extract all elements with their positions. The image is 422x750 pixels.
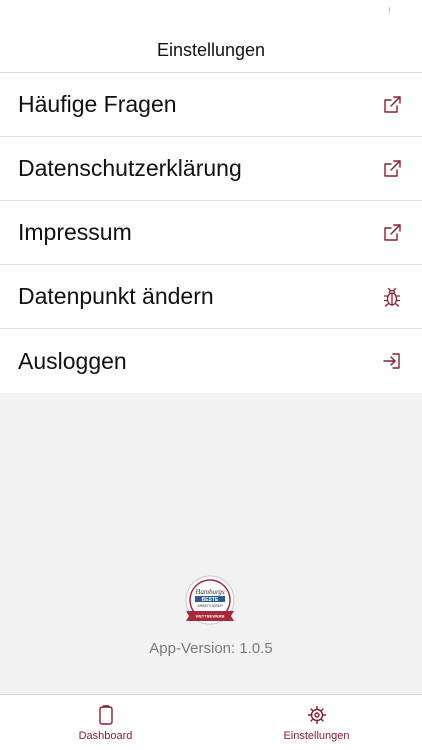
menu-item-label: Impressum — [18, 219, 132, 245]
tab-label: Einstellungen — [283, 730, 350, 742]
menu-item-logout[interactable]: Ausloggen — [0, 329, 422, 393]
navigation-bar: Einstellungen — [0, 28, 422, 73]
menu-item-label: Häufige Fragen — [18, 91, 177, 117]
status-indicator: ! — [388, 6, 391, 16]
settings-menu: Häufige Fragen Datenschutzerklärung Impr… — [0, 73, 422, 393]
menu-item-change-datapoint[interactable]: Datenpunkt ändern — [0, 265, 422, 329]
svg-text:Hamburgs: Hamburgs — [194, 588, 225, 596]
login-arrow-icon — [382, 351, 402, 371]
status-bar: ! — [0, 0, 422, 28]
menu-item-label: Datenpunkt ändern — [18, 283, 214, 309]
svg-text:ARBEITGEBER: ARBEITGEBER — [197, 604, 223, 608]
tab-label: Dashboard — [78, 730, 133, 742]
svg-text:WETTBEWERB: WETTBEWERB — [195, 614, 224, 619]
external-link-icon — [382, 159, 402, 179]
tab-dashboard[interactable]: Dashboard — [0, 695, 211, 750]
gear-icon — [307, 705, 326, 725]
menu-item-label: Ausloggen — [18, 347, 127, 374]
award-seal-icon: Hamburgs BESTE ARBEITGEBER WETTBEWERB — [180, 573, 240, 633]
tab-settings[interactable]: Einstellungen — [211, 695, 422, 750]
bug-icon — [382, 287, 402, 307]
svg-text:BESTE: BESTE — [202, 597, 219, 603]
app-version: App-Version: 1.0.5 — [149, 640, 273, 657]
clipboard-icon — [98, 705, 113, 725]
tab-bar: Dashboard Einstellungen — [0, 694, 422, 750]
menu-item-faq[interactable]: Häufige Fragen — [0, 73, 422, 137]
menu-item-privacy-policy[interactable]: Datenschutzerklärung — [0, 137, 422, 201]
menu-item-imprint[interactable]: Impressum — [0, 201, 422, 265]
external-link-icon — [382, 95, 402, 115]
external-link-icon — [382, 223, 402, 243]
menu-item-label: Datenschutzerklärung — [18, 155, 242, 181]
page-title: Einstellungen — [156, 39, 266, 60]
